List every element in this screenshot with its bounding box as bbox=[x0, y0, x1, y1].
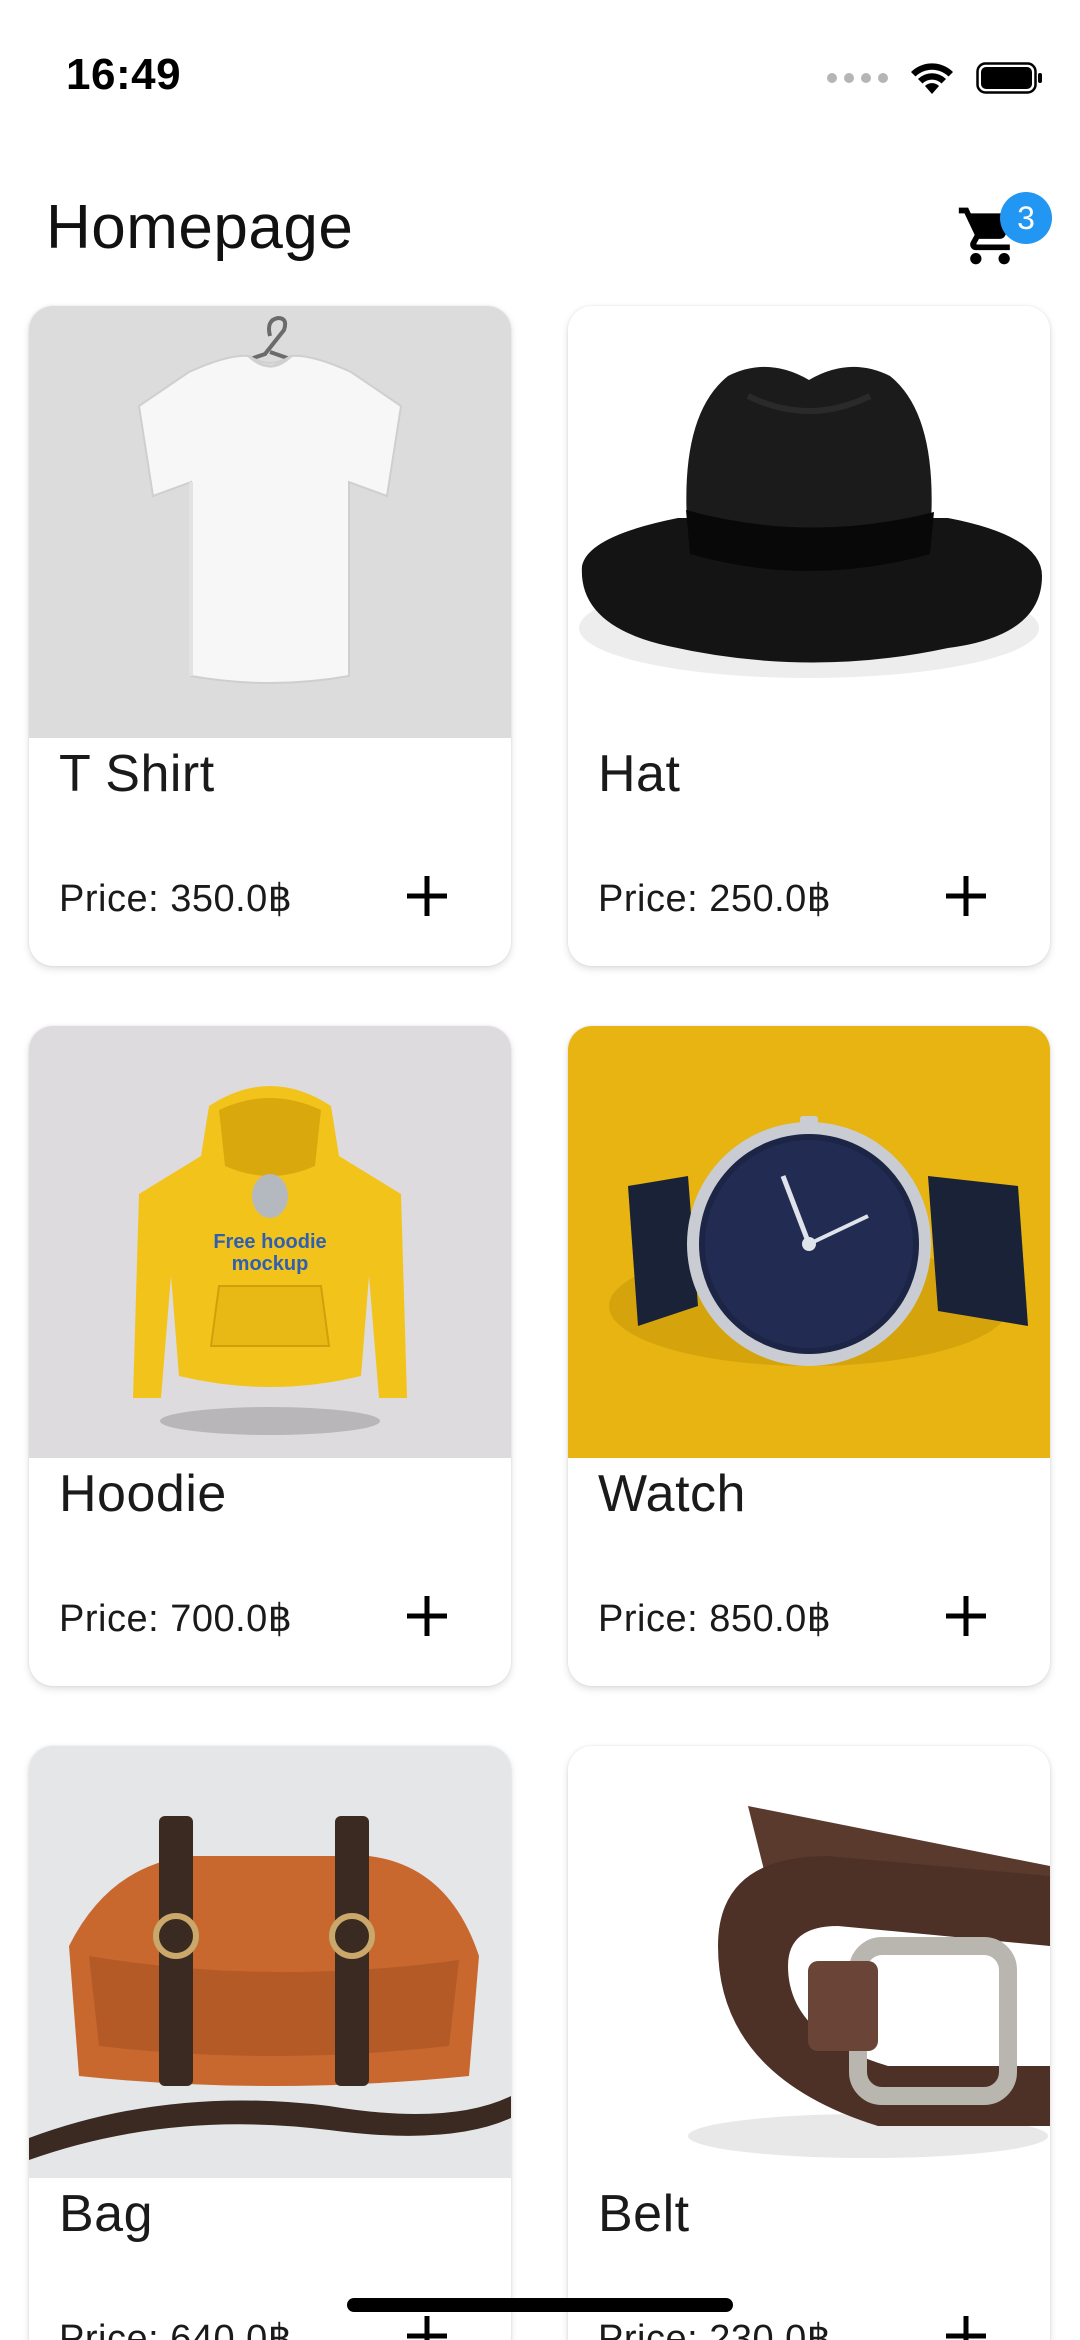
product-price: Price: 640.0฿ bbox=[59, 2318, 293, 2340]
product-name: Watch bbox=[598, 1465, 746, 1523]
product-card-belt[interactable]: Belt Price: 230.0฿ bbox=[568, 1746, 1050, 2340]
add-to-cart-button[interactable] bbox=[928, 2298, 1004, 2340]
wifi-icon bbox=[911, 63, 953, 94]
product-price: Price: 350.0฿ bbox=[59, 878, 293, 920]
cart-count-badge: 3 bbox=[1000, 192, 1052, 244]
plus-icon bbox=[946, 876, 986, 916]
plus-icon bbox=[407, 2316, 447, 2340]
plus-icon bbox=[407, 876, 447, 916]
hat-image bbox=[568, 306, 1050, 738]
hoodie-print-text-2: mockup bbox=[232, 1253, 309, 1275]
product-price: Price: 850.0฿ bbox=[598, 1598, 832, 1640]
product-card-watch[interactable]: Watch Price: 850.0฿ bbox=[568, 1026, 1050, 1686]
product-name: Hat bbox=[598, 745, 681, 803]
add-to-cart-button[interactable] bbox=[389, 858, 465, 934]
product-price: Price: 250.0฿ bbox=[598, 878, 832, 920]
product-name: T Shirt bbox=[59, 745, 215, 803]
homepage-screen: 16:49 Homepage 3 T Shirt Price: 350.0฿ H… bbox=[0, 0, 1080, 2340]
bag-image bbox=[29, 1746, 511, 2178]
product-card-t-shirt[interactable]: T Shirt Price: 350.0฿ bbox=[29, 306, 511, 966]
status-bar: 16:49 bbox=[0, 0, 1080, 150]
page-title: Homepage bbox=[46, 193, 354, 262]
add-to-cart-button[interactable] bbox=[928, 1578, 1004, 1654]
product-name: Hoodie bbox=[59, 1465, 227, 1523]
status-time: 16:49 bbox=[66, 50, 182, 99]
product-card-hoodie[interactable]: Free hoodie mockup Hoodie Price: 700.0฿ bbox=[29, 1026, 511, 1686]
watch-image bbox=[568, 1026, 1050, 1458]
hoodie-image: Free hoodie mockup bbox=[29, 1026, 511, 1458]
t-shirt-image bbox=[29, 306, 511, 738]
add-to-cart-button[interactable] bbox=[928, 858, 1004, 934]
plus-icon bbox=[407, 1596, 447, 1636]
status-icons bbox=[827, 58, 1044, 98]
plus-icon bbox=[946, 1596, 986, 1636]
plus-icon bbox=[946, 2316, 986, 2340]
product-name: Bag bbox=[59, 2185, 154, 2243]
hoodie-print-text-1: Free hoodie bbox=[213, 1231, 326, 1253]
product-name: Belt bbox=[598, 2185, 690, 2243]
cart-button[interactable]: 3 bbox=[946, 184, 1056, 284]
product-card-hat[interactable]: Hat Price: 250.0฿ bbox=[568, 306, 1050, 966]
cellular-signal-icon bbox=[827, 73, 888, 83]
product-price: Price: 700.0฿ bbox=[59, 1598, 293, 1640]
add-to-cart-button[interactable] bbox=[389, 1578, 465, 1654]
product-price: Price: 230.0฿ bbox=[598, 2318, 832, 2340]
product-card-bag[interactable]: Bag Price: 640.0฿ bbox=[29, 1746, 511, 2340]
battery-icon bbox=[976, 62, 1042, 94]
home-indicator[interactable] bbox=[347, 2298, 733, 2312]
app-bar: Homepage 3 bbox=[0, 170, 1080, 300]
belt-image bbox=[568, 1746, 1050, 2178]
